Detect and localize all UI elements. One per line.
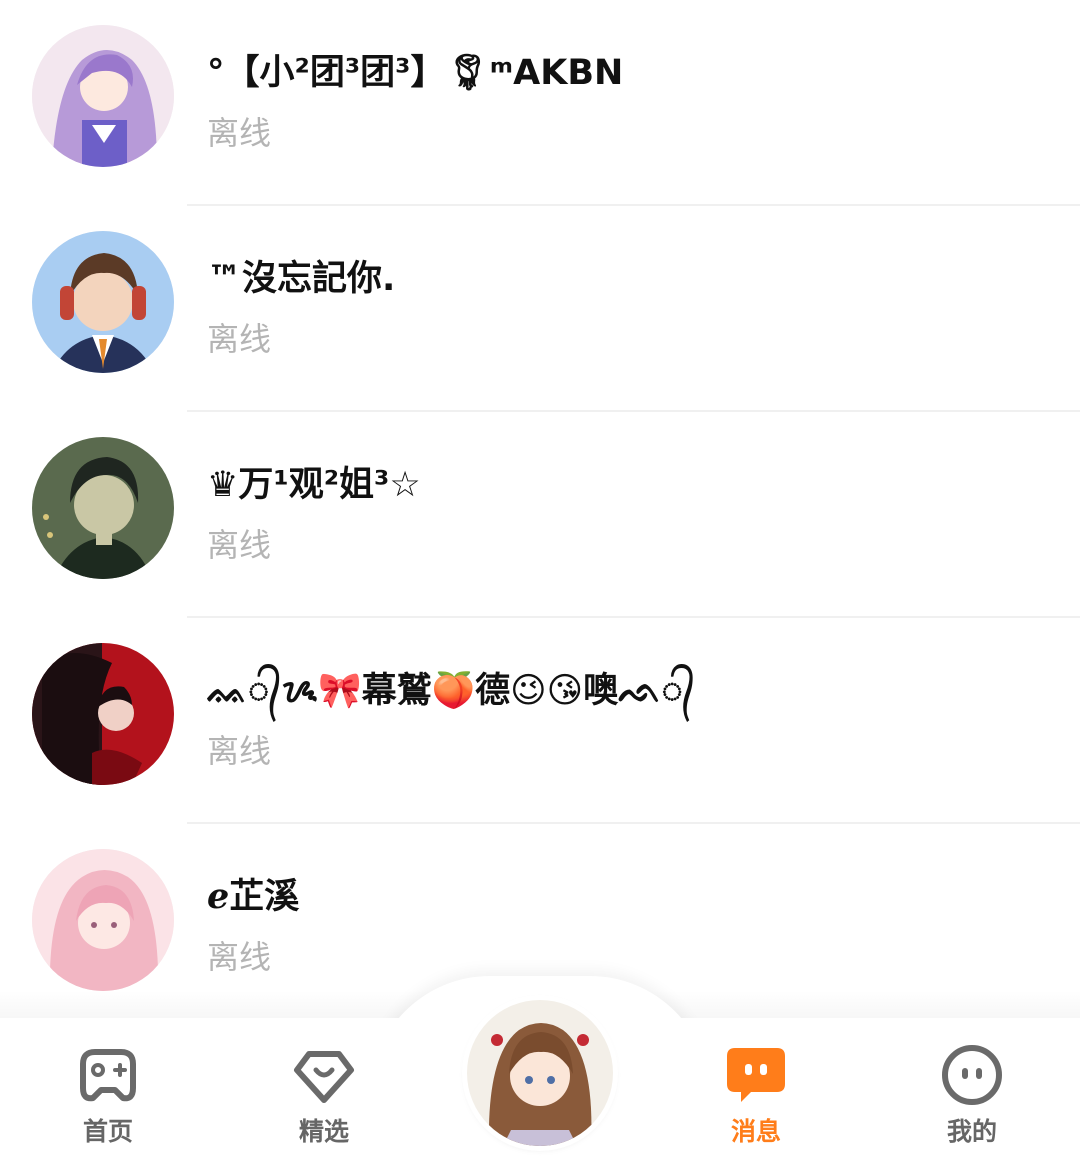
contact-status: 离线 — [207, 320, 272, 358]
contact-name: ︎︎︎ℯ︎︎︎芷溪 — [207, 877, 300, 917]
tab-messages[interactable]: 消息 — [696, 1040, 816, 1148]
avatar[interactable] — [32, 643, 174, 785]
contact-row[interactable]: ™沒忘記你. 离线 — [0, 206, 1080, 412]
avatar[interactable] — [32, 437, 174, 579]
contact-name: ᨐ᭄ᝰ🎀幕鷲🍑德😉😘噢ᨒ᭄ — [207, 671, 695, 711]
tab-profile[interactable]: 我的 — [912, 1040, 1032, 1148]
contact-name: ♛万¹观²姐³☆ — [207, 465, 421, 505]
contact-row[interactable]: ᨐ᭄ᝰ🎀幕鷲🍑德😉😘噢ᨒ᭄ 离线 — [0, 618, 1080, 824]
contact-name: ™沒忘記你. — [207, 259, 396, 299]
center-avatar-button[interactable] — [467, 1000, 613, 1146]
tab-label: 我的 — [946, 1117, 997, 1146]
face-icon — [937, 1040, 1007, 1110]
contact-status: 离线 — [207, 938, 272, 976]
avatar[interactable] — [32, 231, 174, 373]
tab-label: 首页 — [82, 1117, 133, 1146]
tab-home[interactable]: 首页 — [48, 1040, 168, 1148]
avatar[interactable] — [32, 25, 174, 167]
tab-featured[interactable]: 精选 — [264, 1040, 384, 1148]
gamepad-icon — [73, 1040, 143, 1110]
tab-label: 精选 — [298, 1117, 349, 1146]
contact-status: 离线 — [207, 114, 272, 152]
contact-row[interactable]: ♛万¹观²姐³☆ 离线 — [0, 412, 1080, 618]
contact-name: °【小²团³团³】🌹︎ᵐAKBN — [207, 53, 624, 93]
heart-gem-icon — [289, 1040, 359, 1110]
contact-status: 离线 — [207, 526, 272, 564]
chat-bubble-icon — [721, 1040, 791, 1110]
avatar[interactable] — [32, 849, 174, 991]
tab-label: 消息 — [730, 1117, 781, 1146]
contact-status: 离线 — [207, 732, 272, 770]
contact-row[interactable]: °【小²团³团³】🌹︎ᵐAKBN 离线 — [0, 0, 1080, 206]
